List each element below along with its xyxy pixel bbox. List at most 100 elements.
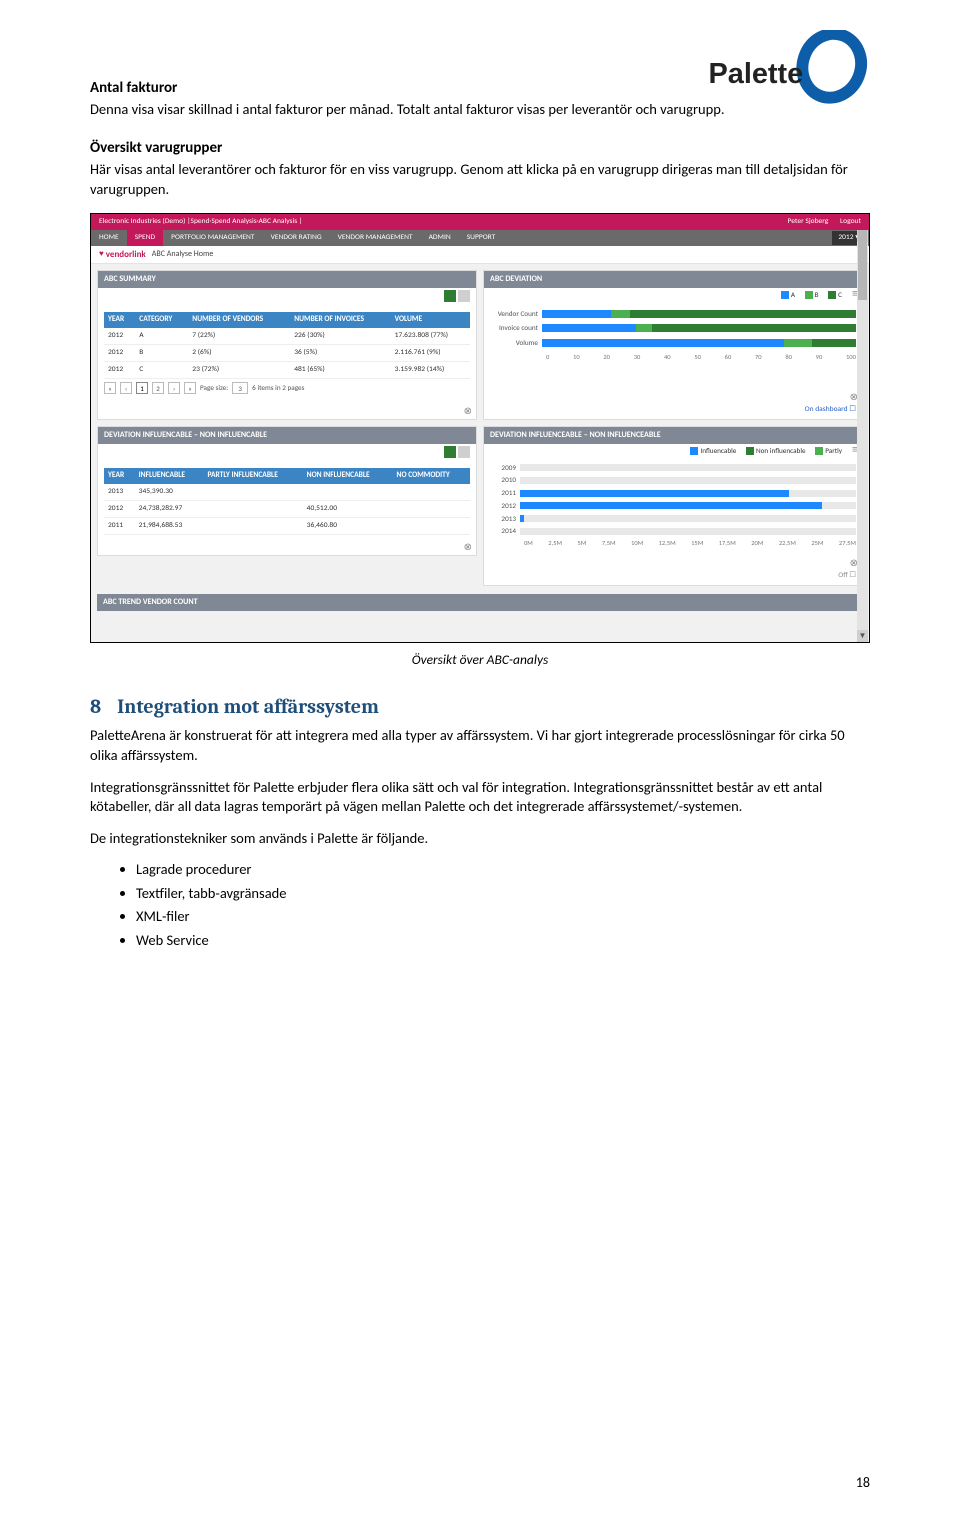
chart-bar: [520, 477, 856, 484]
pager-next[interactable]: ›: [168, 382, 180, 394]
export-icons[interactable]: [98, 288, 476, 308]
tab-home[interactable]: HOME: [91, 230, 127, 246]
dev-table: YEARINFLUENCABLEPARTLY INFLUENCABLENON I…: [104, 468, 470, 536]
heading-integration: 8Integration mot affärssystem: [90, 693, 870, 720]
close-icon[interactable]: ⊗: [464, 540, 472, 554]
list-item: Lagrade procedurer: [136, 860, 870, 880]
vendorlink-logo: vendorlink: [106, 249, 146, 261]
chart-row-label: 2009: [490, 463, 520, 473]
table-header[interactable]: NUMBER OF VENDORS: [188, 312, 290, 328]
integration-p3: De integrationstekniker som används i Pa…: [90, 829, 870, 849]
scroll-down-icon[interactable]: ▼: [857, 630, 868, 642]
chart-row-label: 2013: [490, 514, 520, 524]
table-row[interactable]: 2012A7 (22%)226 (30%)17.623.808 (77%): [104, 328, 470, 345]
table-header[interactable]: NON INFLUENCABLE: [303, 468, 393, 484]
table-row[interactable]: 201121,984,688.5336,460.80: [104, 518, 470, 535]
chart-bar: [542, 339, 856, 347]
scrollbar[interactable]: ▲ ▼: [857, 230, 868, 642]
table-header[interactable]: NUMBER OF INVOICES: [290, 312, 390, 328]
integration-bullets: Lagrade procedurer Textfiler, tabb-avgrän…: [136, 860, 870, 950]
chart-bar: [542, 310, 856, 318]
chart-row-label: 2014: [490, 526, 520, 536]
tab-vendor-mgmt[interactable]: VENDOR MANAGEMENT: [330, 230, 421, 246]
table-row[interactable]: 2013345,390.30: [104, 484, 470, 501]
chart-bar: [520, 502, 856, 509]
chart-row-label: Vendor Count: [490, 309, 542, 319]
abc-deviation-panel: ABC DEVIATION A B C ≡ Vendor CountInvoic…: [483, 270, 863, 420]
abc-summary-panel: ABC SUMMARY YEARCATEGORYNUMBER OF VENDOR…: [97, 270, 477, 420]
close-icon[interactable]: ⊗: [464, 404, 472, 418]
page-title: ABC Analyse Home: [152, 249, 214, 260]
abc-analysis-screenshot: Electronic Industries (Demo) |Spend·Spen…: [90, 213, 870, 643]
user-name[interactable]: Peter Sjoberg: [787, 217, 828, 226]
excel-icon[interactable]: [444, 446, 456, 458]
chart-row-label: Invoice count: [490, 323, 542, 333]
integration-p1: PaletteArena är konstruerat för att inte…: [90, 726, 870, 765]
cut-panel-title: ABC TREND VENDOR COUNT: [97, 594, 863, 611]
dev-chart-legend: Influencable Non influencable Partly ≡: [484, 444, 862, 458]
breadcrumb: Electronic Industries (Demo) |Spend·Spen…: [99, 214, 302, 230]
chart-bar: [520, 515, 856, 522]
scroll-thumb[interactable]: [858, 230, 867, 300]
dev-table-panel: DEVIATION INFLUENCABLE – NON INFLUENCABL…: [97, 426, 477, 556]
export-icon[interactable]: [458, 446, 470, 458]
abc-deviation-chart: Vendor CountInvoice countVolume010203040…: [484, 302, 862, 368]
table-header[interactable]: NO COMMODITY: [393, 468, 470, 484]
chart-bar: [520, 464, 856, 471]
pager-info: 6 items in 2 pages: [252, 383, 304, 393]
pager-last[interactable]: »: [184, 382, 196, 394]
pager-first[interactable]: «: [104, 382, 116, 394]
dev-chart: 2009201020112012201320140M2,5M5M7,5M10M1…: [484, 458, 862, 554]
table-header[interactable]: VOLUME: [391, 312, 470, 328]
logout-link[interactable]: Logout: [840, 217, 861, 226]
page-crumb: ♥ vendorlink ABC Analyse Home: [91, 246, 869, 264]
export-icon[interactable]: [458, 290, 470, 302]
chart-row-label: 2011: [490, 488, 520, 498]
list-item: Textfiler, tabb-avgränsade: [136, 884, 870, 904]
table-header[interactable]: YEAR: [104, 468, 135, 484]
pager-prev[interactable]: ‹: [120, 382, 132, 394]
pager-1[interactable]: 1: [136, 382, 148, 394]
chart-bar: [520, 490, 856, 497]
table-row[interactable]: 2012B2 (6%)36 (5%)2.116.761 (9%): [104, 345, 470, 362]
tab-support[interactable]: SUPPORT: [459, 230, 504, 246]
table-row[interactable]: 201224,738,282.9740,512.00: [104, 501, 470, 518]
table-header[interactable]: INFLUENCABLE: [135, 468, 204, 484]
body-oversikt-varugrupper: Här visas antal leverantörer och fakturo…: [90, 160, 870, 199]
on-dashboard-toggle[interactable]: On dashboard ☐: [805, 405, 856, 415]
figure-caption: Översikt över ABC-analys: [90, 651, 870, 669]
pager-2[interactable]: 2: [152, 382, 164, 394]
svg-text:Palette: Palette: [709, 58, 804, 90]
dev-chart-title: DEVIATION INFLUENCEABLE – NON INFLUENCEA…: [484, 427, 862, 444]
export-icons[interactable]: [98, 444, 476, 464]
chart-bar: [542, 324, 856, 332]
tab-spend[interactable]: SPEND: [127, 230, 163, 246]
app-titlebar: Electronic Industries (Demo) |Spend·Spen…: [91, 214, 869, 230]
heading-oversikt-varugrupper: Översikt varugrupper: [90, 138, 870, 158]
page-size-value[interactable]: 3: [232, 382, 248, 394]
dev-chart-panel: DEVIATION INFLUENCEABLE – NON INFLUENCEA…: [483, 426, 863, 586]
excel-icon[interactable]: [444, 290, 456, 302]
table-header[interactable]: YEAR: [104, 312, 135, 328]
table-row[interactable]: 2012C23 (72%)481 (65%)3.159.982 (14%): [104, 362, 470, 379]
table-header[interactable]: PARTLY INFLUENCABLE: [203, 468, 302, 484]
list-item: XML-filer: [136, 907, 870, 927]
abc-summary-table: YEARCATEGORYNUMBER OF VENDORSNUMBER OF I…: [104, 312, 470, 380]
off-dashboard-toggle[interactable]: Off ☐: [838, 571, 856, 581]
list-item: Web Service: [136, 931, 870, 951]
table-header[interactable]: CATEGORY: [135, 312, 188, 328]
abc-summary-title: ABC SUMMARY: [98, 271, 476, 288]
tab-vendor-rating[interactable]: VENDOR RATING: [263, 230, 330, 246]
dev-table-title: DEVIATION INFLUENCABLE – NON INFLUENCABL…: [98, 427, 476, 444]
page-number: 18: [856, 1474, 870, 1493]
chart-bar: [520, 528, 856, 535]
tab-portfolio[interactable]: PORTFOLIO MANAGEMENT: [163, 230, 262, 246]
palette-logo: Palette: [700, 30, 870, 116]
heart-icon: ♥: [99, 249, 104, 260]
pager[interactable]: « ‹ 1 2 › » Page size: 3 6 items in 2 pa…: [104, 382, 470, 394]
main-nav: HOME SPEND PORTFOLIO MANAGEMENT VENDOR R…: [91, 230, 869, 246]
chart-row-label: 2012: [490, 501, 520, 511]
abc-dev-legend: A B C ≡: [484, 288, 862, 302]
tab-admin[interactable]: ADMIN: [421, 230, 459, 246]
chart-row-label: 2010: [490, 475, 520, 485]
